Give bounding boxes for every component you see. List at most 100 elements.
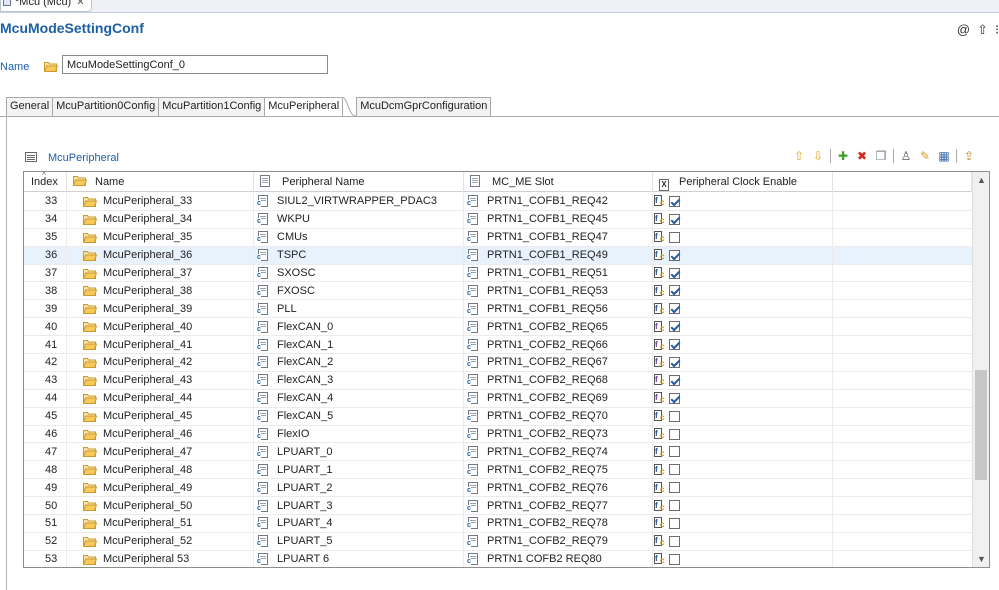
cell-mc-me-slot[interactable]: PRTN1_COFB2_REQ68 [464,371,653,389]
formula-icon[interactable]: fc [654,338,667,351]
clock-enable-checkbox[interactable] [669,321,680,333]
navigate-up-icon[interactable]: ⇧ [977,22,988,38]
table-row[interactable]: 35 McuPeripheral_35 CMUs PRTN1_COFB1_REQ47 f… [24,228,972,247]
column-header-index[interactable]: ^ Index [24,172,67,192]
cell-peripheral-name[interactable]: SXOSC [254,264,464,282]
cell-mc-me-slot[interactable]: PRTN1_COFB2_REQ67 [464,354,653,371]
cell-mc-me-slot[interactable]: PRTN1_COFB1_REQ42 [464,193,653,210]
copy-icon[interactable]: ❐ [874,148,888,164]
name-input[interactable] [62,55,328,74]
clock-enable-checkbox[interactable] [669,464,680,476]
table-row[interactable]: 45 McuPeripheral_45 FlexCAN_5 PRTN1_COFB2_R… [24,407,972,426]
formula-icon[interactable]: fc [654,481,667,494]
table-row[interactable]: 49 McuPeripheral_49 LPUART_2 PRTN1_COFB2_RE… [24,479,972,498]
cell-peripheral-name[interactable]: FXOSC [254,282,464,300]
table-row[interactable]: 38 McuPeripheral_38 FXOSC PRTN1_COFB1_REQ53… [24,282,972,301]
column-header-peripheral-name[interactable]: Peripheral Name [254,172,464,192]
cell-peripheral-name[interactable]: CMUs [254,228,464,246]
tab-mcu-partition1-config[interactable]: McuPartition1Config [158,97,266,116]
formula-icon[interactable]: fc [654,392,667,404]
formula-icon[interactable]: fc [654,410,667,422]
cell-peripheral-name[interactable]: PLL [254,300,464,318]
person-icon[interactable]: ♙ [899,148,913,164]
clock-enable-checkbox[interactable] [669,213,680,225]
cell-peripheral-name[interactable]: SIUL2_VIRTWRAPPER_PDAC3 [254,193,464,210]
table-row[interactable]: 48 McuPeripheral_48 LPUART_1 PRTN1_COFB2_RE… [24,461,972,480]
formula-icon[interactable]: fc [654,553,667,565]
cell-mc-me-slot[interactable]: PRTN1_COFB2_REQ65 [464,318,653,336]
tab-general[interactable]: General [6,97,54,116]
clock-enable-checkbox[interactable] [669,553,680,565]
editor-tab-mcu[interactable]: *Mcu (Mcu) ✕ [0,0,92,12]
table-row[interactable]: 41 McuPeripheral_41 FlexCAN_1 PRTN1_COFB2_R… [24,336,972,355]
cell-peripheral-name[interactable]: FlexCAN_2 [254,354,464,371]
cell-name[interactable]: McuPeripheral 53 [67,550,254,567]
formula-icon[interactable]: fc [654,231,667,243]
cell-name[interactable]: McuPeripheral_44 [67,389,254,407]
table-row[interactable]: 39 McuPeripheral_39 PLL PRTN1_COFB1_REQ56 fc [24,300,972,319]
cell-name[interactable]: McuPeripheral_39 [67,300,254,318]
cell-mc-me-slot[interactable]: PRTN1_COFB2_REQ74 [464,443,653,461]
tab-mcu-peripheral[interactable]: McuPeripheral [264,97,344,117]
table-row[interactable]: 47 McuPeripheral_47 LPUART_0 PRTN1_COFB2_RE… [24,443,972,462]
clock-enable-checkbox[interactable] [669,195,680,207]
cell-name[interactable]: McuPeripheral_51 [67,515,254,532]
formula-icon[interactable]: fc [654,302,667,315]
table-row[interactable]: 40 McuPeripheral_40 FlexCAN_0 PRTN1_COFB2_R… [24,318,972,337]
cell-peripheral-name[interactable]: WKPU [254,210,464,228]
cell-name[interactable]: McuPeripheral_37 [67,264,254,282]
more-icon[interactable]: ⁝ [995,22,999,38]
tab-mcu-partition0-config[interactable]: McuPartition0Config [52,97,160,116]
add-icon[interactable]: ✚ [836,148,850,164]
clock-enable-checkbox[interactable] [669,446,680,458]
cell-mc-me-slot[interactable]: PRTN1_COFB2_REQ69 [464,389,653,407]
cell-peripheral-name[interactable]: LPUART_1 [254,461,464,479]
cell-mc-me-slot[interactable]: PRTN1_COFB2_REQ73 [464,425,653,443]
cell-mc-me-slot[interactable]: PRTN1_COFB2_REQ78 [464,515,653,532]
cell-mc-me-slot[interactable]: PRTN1_COFB1_REQ45 [464,210,653,228]
column-header-mc-me-slot[interactable]: MC_ME Slot [464,172,653,192]
cell-mc-me-slot[interactable]: PRTN1 COFB2 REQ80 [464,550,653,567]
move-down-icon[interactable]: ⇩ [811,148,825,164]
clock-enable-checkbox[interactable] [669,249,680,261]
column-header-peripheral-clock-enable[interactable]: X Peripheral Clock Enable [653,172,833,192]
formula-icon[interactable]: fc [654,535,667,547]
clock-enable-checkbox[interactable] [669,267,680,279]
formula-icon[interactable]: fc [654,374,667,386]
cell-name[interactable]: McuPeripheral_35 [67,228,254,246]
cell-peripheral-name[interactable]: FlexCAN_3 [254,371,464,389]
cell-mc-me-slot[interactable]: PRTN1_COFB2_REQ76 [464,479,653,497]
table-row[interactable]: 42 McuPeripheral_42 FlexCAN_2 PRTN1_COFB2_R… [24,354,972,372]
clock-enable-checkbox[interactable] [669,303,680,315]
table-row[interactable]: 36 McuPeripheral_36 TSPC PRTN1_COFB1_REQ49 f… [24,246,972,265]
cell-name[interactable]: McuPeripheral_47 [67,443,254,461]
cell-name[interactable]: McuPeripheral_34 [67,210,254,228]
cell-mc-me-slot[interactable]: PRTN1_COFB2_REQ75 [464,461,653,479]
formula-icon[interactable]: fc [654,428,667,440]
cell-name[interactable]: McuPeripheral_38 [67,282,254,300]
move-up-icon[interactable]: ⇧ [792,148,806,164]
scroll-thumb[interactable] [975,370,987,480]
cell-name[interactable]: McuPeripheral_40 [67,318,254,336]
table-row[interactable]: 46 McuPeripheral_46 FlexIO PRTN1_COFB2_REQ7… [24,425,972,444]
cell-mc-me-slot[interactable]: PRTN1_COFB1_REQ47 [464,228,653,246]
clock-enable-checkbox[interactable] [669,392,680,404]
formula-icon[interactable]: fc [654,463,667,476]
cell-peripheral-name[interactable]: LPUART_5 [254,532,464,550]
clock-enable-checkbox[interactable] [669,285,680,297]
table-row[interactable]: 50 McuPeripheral_50 LPUART_3 PRTN1_COFB2_RE… [24,497,972,516]
delete-icon[interactable]: ✖ [855,148,869,164]
table-row[interactable]: 34 McuPeripheral_34 WKPU PRTN1_COFB1_REQ45 f… [24,210,972,229]
cell-mc-me-slot[interactable]: PRTN1_COFB2_REQ77 [464,497,653,515]
cell-mc-me-slot[interactable]: PRTN1_COFB2_REQ79 [464,532,653,550]
clock-enable-checkbox[interactable] [669,339,680,351]
cell-name[interactable]: McuPeripheral_42 [67,354,254,371]
cell-name[interactable]: McuPeripheral_41 [67,336,254,354]
formula-icon[interactable]: fc [654,356,667,368]
formula-icon[interactable]: fc [654,267,667,279]
cell-name[interactable]: McuPeripheral_45 [67,407,254,425]
at-icon[interactable]: @ [957,22,970,38]
cell-peripheral-name[interactable]: TSPC [254,246,464,264]
cell-peripheral-name[interactable]: LPUART_3 [254,497,464,515]
cell-peripheral-name[interactable]: LPUART_4 [254,515,464,532]
